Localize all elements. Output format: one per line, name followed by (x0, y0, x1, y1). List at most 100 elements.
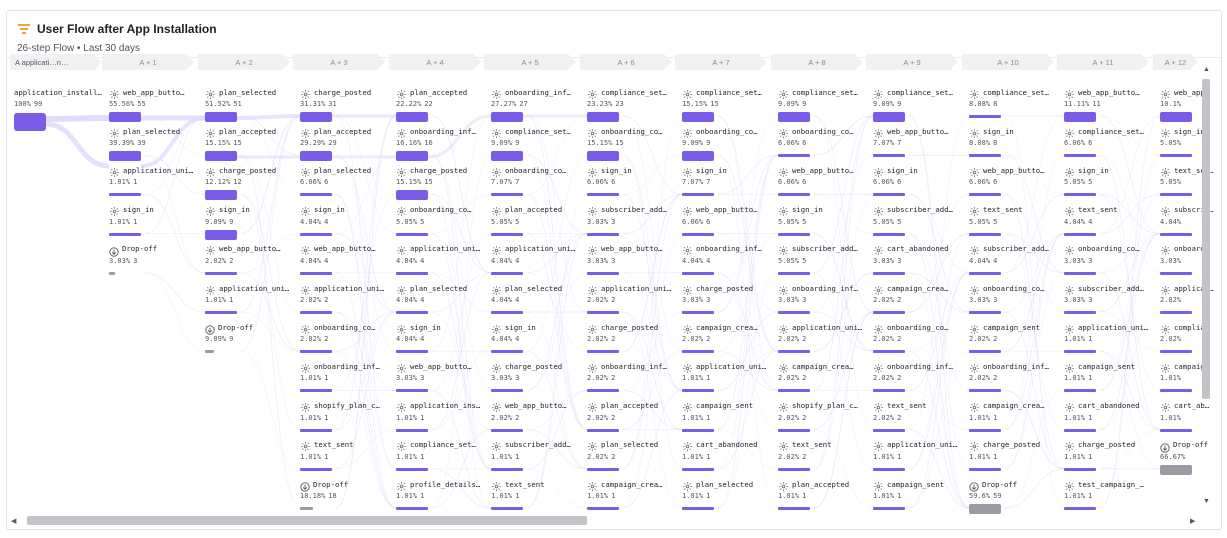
flow-node-onboarding-co[interactable]: onboarding_co… 7.07% 7 (491, 164, 579, 200)
flow-node-sign-in[interactable]: sign_in 1.01% 1 (109, 204, 197, 240)
flow-node-cart-ab[interactable]: cart_ab… 1.01% (1160, 400, 1227, 436)
flow-node-subscrib[interactable]: subscrib… 4.04% (1160, 204, 1227, 240)
flow-node-text-sent[interactable]: text_sent 4.04% 4 (1064, 204, 1152, 240)
step-tab-3[interactable]: A + 3 (293, 54, 385, 70)
flow-node-campaig[interactable]: campaig… 1.01% (1160, 360, 1227, 396)
flow-node-sign-in[interactable]: sign_in 5.05% (1160, 125, 1227, 161)
scroll-left-icon[interactable]: ◀ (11, 517, 16, 525)
scroll-up-icon[interactable]: ▲ (1203, 66, 1210, 73)
flow-node-plan-selected[interactable]: plan_selected 4.04% 4 (396, 282, 484, 318)
dropoff-node[interactable]: Drop-off 59.6% 59 (969, 478, 1057, 514)
flow-node-application-uni[interactable]: application_uni… 1.01% 1 (205, 282, 293, 318)
flow-node-compliance-set[interactable]: compliance_set… 9.09% 9 (873, 86, 961, 122)
flow-node-complia[interactable]: complia… 2.02% (1160, 321, 1227, 357)
flow-node-campaign-crea[interactable]: campaign_crea… 1.01% 1 (587, 478, 675, 514)
flow-node-plan-selected[interactable]: plan_selected 2.02% 2 (587, 439, 675, 475)
flow-node-text-sent[interactable]: text_sent 1.01% 1 (491, 478, 579, 514)
flow-node-plan-accepted[interactable]: plan_accepted 5.05% 5 (491, 204, 579, 240)
flow-node-sign-in[interactable]: sign_in 4.04% 4 (491, 321, 579, 357)
flow-node-application-uni[interactable]: application_uni… 2.02% 2 (300, 282, 388, 318)
flow-node-web-app-butto[interactable]: web_app_butto… 3.03% 3 (587, 243, 675, 279)
flow-node-campaign-sent[interactable]: campaign_sent 2.02% 2 (969, 321, 1057, 357)
flow-node-text-sent[interactable]: text_sent 5.05% 5 (969, 204, 1057, 240)
flow-node-onboarding-co[interactable]: onboarding_co… 3.03% 3 (1064, 243, 1152, 279)
step-tab-6[interactable]: A + 6 (580, 54, 672, 70)
horizontal-scrollbar-thumb[interactable] (27, 516, 587, 525)
flow-node-application-uni[interactable]: application_uni… 1.01% 1 (1064, 321, 1152, 357)
step-tab-1[interactable]: A + 1 (102, 54, 194, 70)
flow-node-applicat[interactable]: applicat… 2.02% (1160, 282, 1227, 318)
flow-node-onboard[interactable]: onboard… 3.03% (1160, 243, 1227, 279)
flow-node-plan-selected[interactable]: plan_selected 39.39% 39 (109, 125, 197, 162)
flow-node-application-uni[interactable]: application_uni… 1.01% 1 (682, 360, 770, 396)
flow-node-compliance-set[interactable]: compliance_set… 9.09% 9 (778, 86, 866, 122)
step-tab-12[interactable]: A + 12 (1153, 54, 1198, 70)
flow-node-campaign-crea[interactable]: campaign_crea… 2.02% 2 (873, 282, 961, 318)
flow-node-sign-in[interactable]: sign_in 6.06% 6 (873, 164, 961, 200)
flow-node-subscriber-add[interactable]: subscriber_add… 3.03% 3 (587, 204, 675, 240)
flow-node-application-uni[interactable]: application_uni… 4.04% 4 (396, 243, 484, 279)
flow-node-sign-in[interactable]: sign_in 4.04% 4 (300, 204, 388, 240)
step-tab-5[interactable]: A + 5 (484, 54, 576, 70)
flow-node-compliance-set[interactable]: compliance_set… 6.06% 6 (1064, 125, 1152, 161)
flow-node-sign-in[interactable]: sign_in 6.06% 6 (587, 164, 675, 200)
flow-node-plan-accepted[interactable]: plan_accepted 2.02% 2 (587, 400, 675, 436)
flow-node-onboarding-inf[interactable]: onboarding_inf… 16.16% 16 (396, 125, 484, 162)
flow-node-application-installed[interactable]: application_installed 100% 99 (14, 86, 102, 131)
flow-node-compliance-set[interactable]: compliance_set… 1.01% 1 (396, 439, 484, 475)
flow-node-web-app-butto[interactable]: web_app_butto… 4.04% 4 (300, 243, 388, 279)
flow-node-campaign-crea[interactable]: campaign_crea… 1.01% 1 (969, 400, 1057, 436)
flow-node-charge-posted[interactable]: charge_posted 2.02% 2 (587, 321, 675, 357)
flow-node-charge-posted[interactable]: charge_posted 31.31% 31 (300, 86, 388, 122)
flow-node-compliance-set[interactable]: compliance_set… 8.08% 8 (969, 86, 1057, 122)
flow-node-campaign-sent[interactable]: campaign_sent 1.01% 1 (682, 400, 770, 436)
flow-node-plan-accepted[interactable]: plan_accepted 15.15% 15 (205, 125, 293, 162)
flow-node-sign-in[interactable]: sign_in 9.09% 9 (205, 204, 293, 240)
flow-node-subscriber-add[interactable]: subscriber_add… 1.01% 1 (491, 439, 579, 475)
flow-node-text-sent[interactable]: text_sent 2.02% 2 (778, 439, 866, 475)
flow-node-text-sent[interactable]: text_sent 1.01% 1 (300, 439, 388, 475)
flow-node-shopify-plan-c[interactable]: shopify_plan_c… 1.01% 1 (300, 400, 388, 436)
flow-node-sign-in[interactable]: sign_in 5.05% 5 (1064, 164, 1152, 200)
flow-node-web-app-butto[interactable]: web_app_butto… 55.56% 55 (109, 86, 197, 122)
step-tab-0[interactable]: A applicati…n… (10, 54, 102, 70)
flow-node-onboarding-co[interactable]: onboarding_co… 6.06% 6 (778, 125, 866, 161)
flow-node-plan-selected[interactable]: plan_selected 51.52% 51 (205, 86, 293, 122)
flow-node-charge-posted[interactable]: charge_posted 12.12% 12 (205, 164, 293, 201)
step-tab-7[interactable]: A + 7 (675, 54, 767, 70)
dropoff-node[interactable]: Drop-off 9.09% 9 (205, 321, 293, 357)
flow-node-campaign-crea[interactable]: campaign_crea… 2.02% 2 (778, 360, 866, 396)
flow-node-web-app-butto[interactable]: web_app_butto… 7.07% 7 (873, 125, 961, 161)
flow-node-text-sen[interactable]: text_sen… 5.05% (1160, 164, 1227, 200)
flow-node-onboarding-co[interactable]: onboarding_co… 2.02% 2 (300, 321, 388, 357)
flow-node-onboarding-inf[interactable]: onboarding_inf… 2.02% 2 (969, 360, 1057, 396)
step-tab-8[interactable]: A + 8 (771, 54, 863, 70)
flow-node-subscriber-add[interactable]: subscriber_add… 5.05% 5 (873, 204, 961, 240)
step-tab-2[interactable]: A + 2 (198, 54, 290, 70)
vertical-scrollbar-thumb[interactable] (1202, 79, 1210, 399)
step-tab-11[interactable]: A + 11 (1057, 54, 1149, 70)
flow-node-campaign-crea[interactable]: campaign_crea… 2.02% 2 (682, 321, 770, 357)
scroll-right-icon[interactable]: ▶ (1190, 517, 1195, 525)
flow-node-onboarding-co[interactable]: onboarding_co… 15.15% 15 (587, 125, 675, 162)
flow-node-onboarding-co[interactable]: onboarding_co… 2.02% 2 (873, 321, 961, 357)
flow-node-application-uni[interactable]: application_uni… 1.01% 1 (873, 439, 961, 475)
flow-node-compliance-set[interactable]: compliance_set… 9.09% 9 (491, 125, 579, 162)
flow-node-campaign-sent[interactable]: campaign_sent 1.01% 1 (873, 478, 961, 514)
step-tab-10[interactable]: A + 10 (962, 54, 1054, 70)
flow-node-web-app[interactable]: web_app… 10.1% (1160, 86, 1227, 122)
flow-node-application-uni[interactable]: application_uni… 4.04% 4 (491, 243, 579, 279)
flow-node-compliance-set[interactable]: compliance_set… 23.23% 23 (587, 86, 675, 122)
scroll-down-icon[interactable]: ▼ (1203, 498, 1210, 505)
flow-node-plan-selected[interactable]: plan_selected 6.06% 6 (300, 164, 388, 200)
flow-node-plan-accepted[interactable]: plan_accepted 1.01% 1 (778, 478, 866, 514)
flow-node-shopify-plan-c[interactable]: shopify_plan_c… 2.02% 2 (778, 400, 866, 436)
flow-node-web-app-butto[interactable]: web_app_butto… 2.02% 2 (205, 243, 293, 279)
flow-node-onboarding-co[interactable]: onboarding_co… 5.05% 5 (396, 204, 484, 240)
flow-node-subscriber-add[interactable]: subscriber_add… 3.03% 3 (1064, 282, 1152, 318)
flow-node-text-sent[interactable]: text_sent 2.02% 2 (873, 400, 961, 436)
flow-node-plan-accepted[interactable]: plan_accepted 29.29% 29 (300, 125, 388, 162)
flow-node-onboarding-inf[interactable]: onboarding_inf… 2.02% 2 (873, 360, 961, 396)
flow-node-cart-abandoned[interactable]: cart_abandoned 1.01% 1 (1064, 400, 1152, 436)
flow-node-web-app-butto[interactable]: web_app_butto… 6.06% 6 (778, 164, 866, 200)
